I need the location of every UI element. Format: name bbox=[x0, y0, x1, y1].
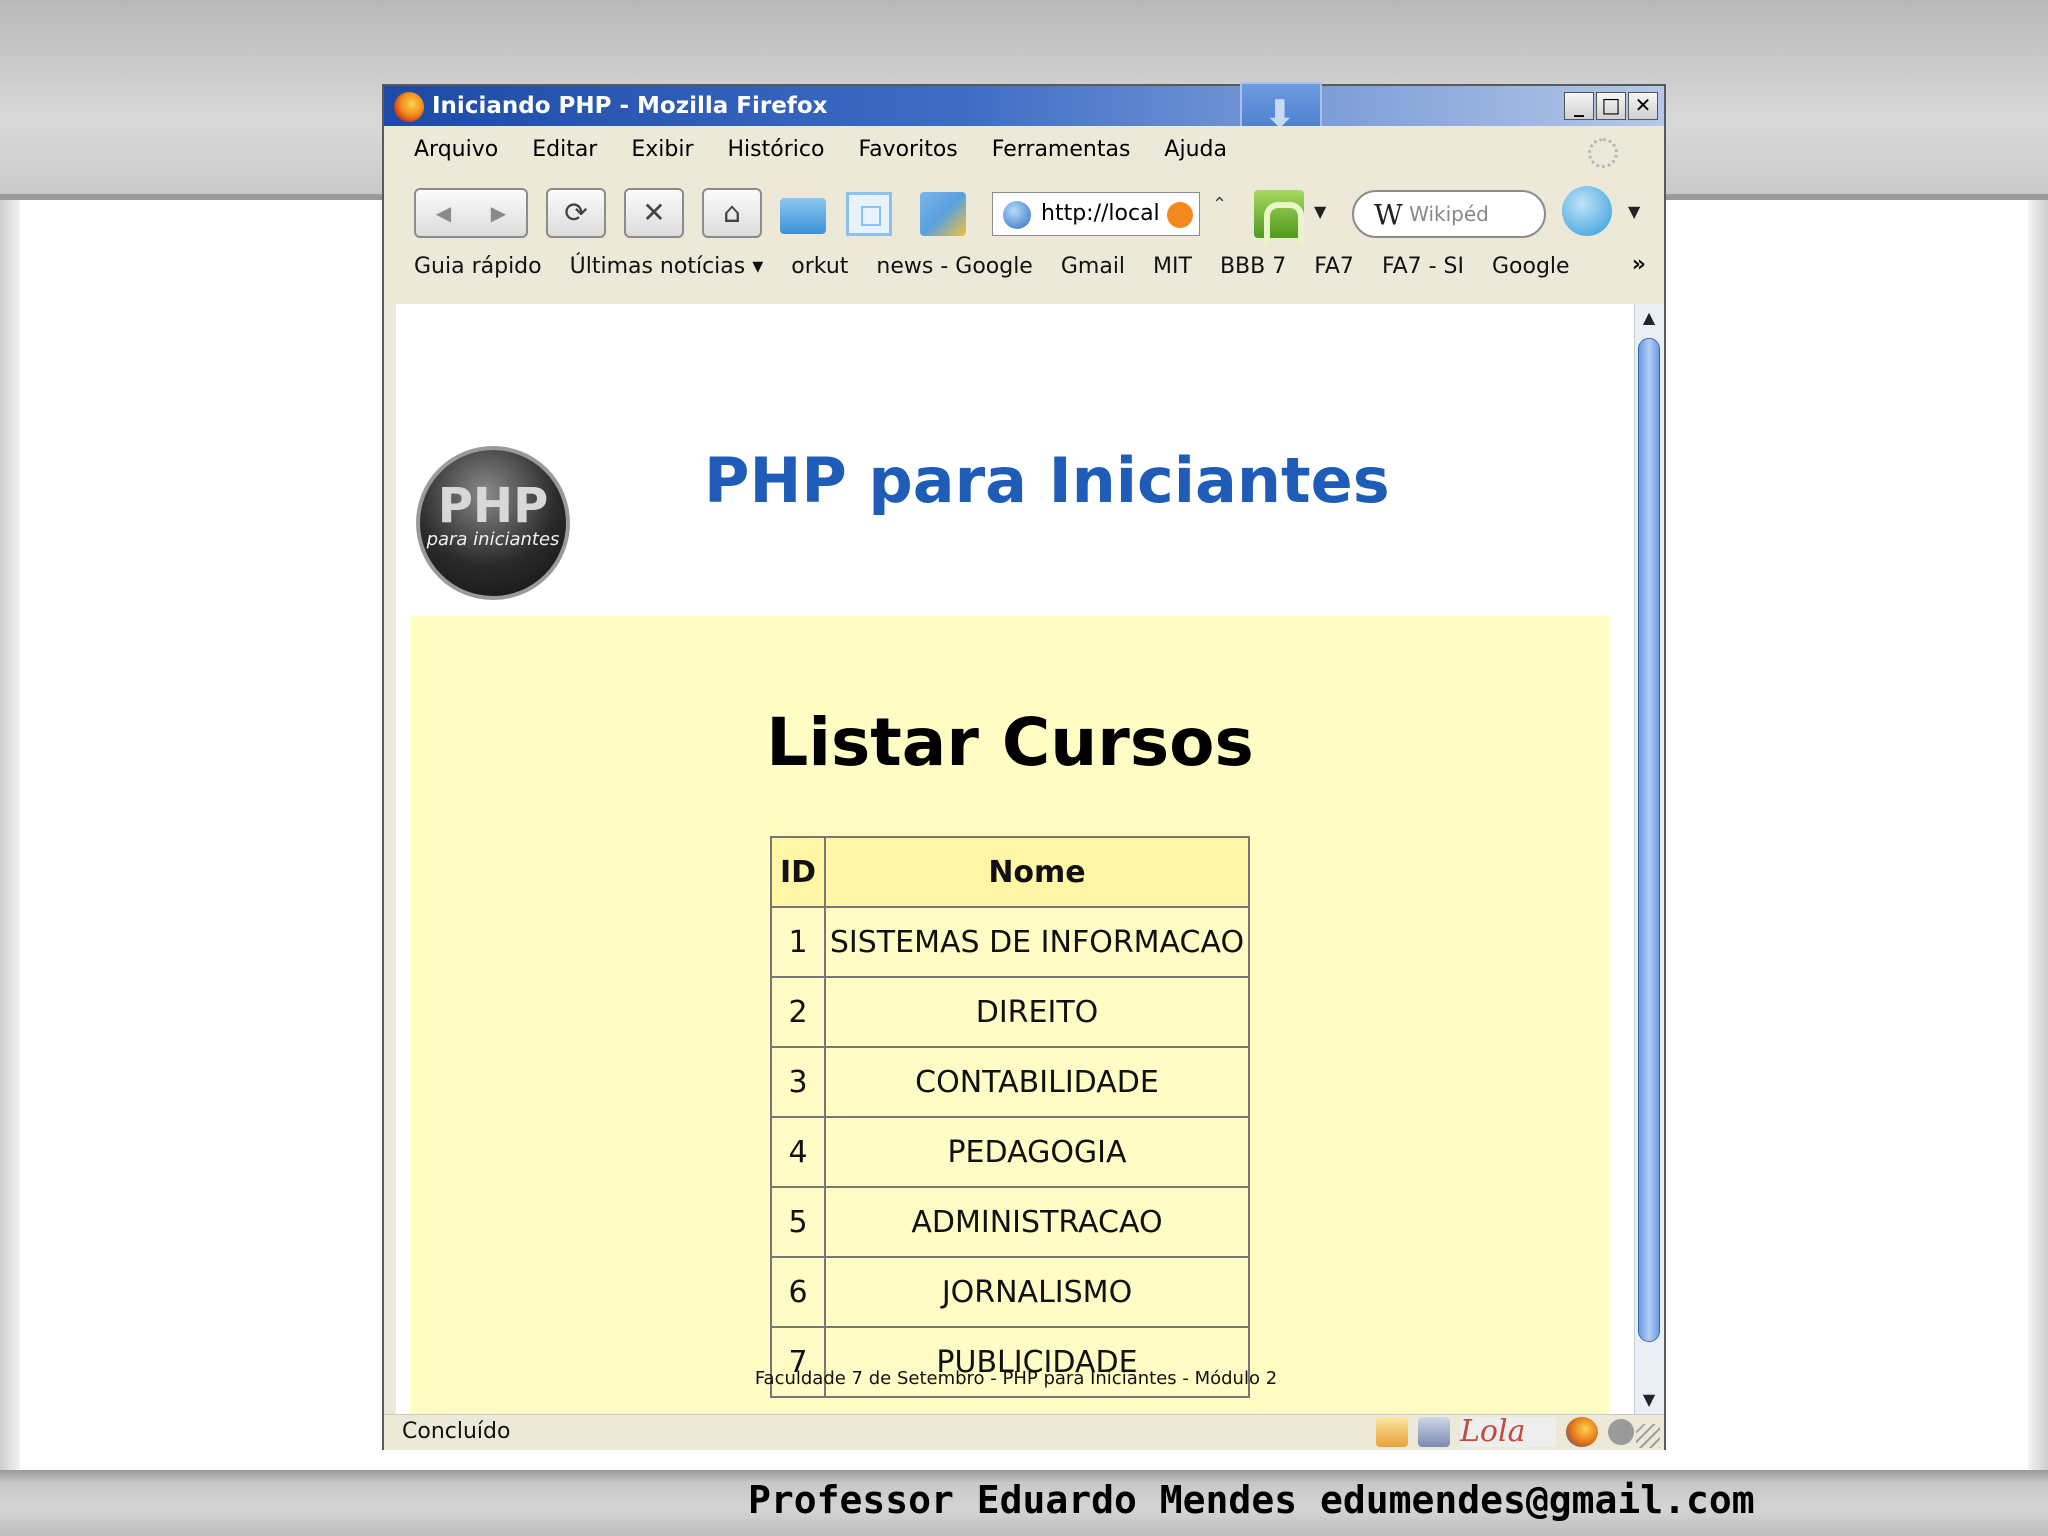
reload-button[interactable]: ⟳ bbox=[546, 188, 606, 238]
table-row: 4 PEDAGOGIA bbox=[770, 1116, 1250, 1188]
slide-footer-text: Professor Eduardo Mendes edumendes@gmail… bbox=[748, 1478, 1755, 1522]
cell-nome: SISTEMAS DE INFORMACAO bbox=[824, 906, 1250, 978]
page-title: Listar Cursos bbox=[766, 704, 1254, 781]
cell-nome: CONTABILIDADE bbox=[824, 1046, 1250, 1118]
firefox-icon[interactable] bbox=[1566, 1417, 1598, 1447]
table-row: 3 CONTABILIDADE bbox=[770, 1046, 1250, 1118]
search-placeholder: Wikipéd bbox=[1409, 202, 1489, 226]
lola-icon[interactable]: Lola bbox=[1460, 1417, 1556, 1447]
bookmark-fa7-si[interactable]: FA7 - SI bbox=[1382, 254, 1464, 279]
bookmark-ultimas-noticias[interactable]: Últimas notícias ▾ bbox=[570, 254, 764, 279]
bookmarks-toolbar: Guia rápido Últimas notícias ▾ orkut new… bbox=[384, 244, 1664, 288]
table-row: 2 DIREITO bbox=[770, 976, 1250, 1048]
menu-bar: Arquivo Editar Exibir Histórico Favorito… bbox=[384, 126, 1664, 172]
logo-subtext: para iniciantes bbox=[426, 529, 560, 550]
image-tool-icon[interactable] bbox=[920, 192, 966, 236]
slide-right-border bbox=[2028, 200, 2048, 1476]
scroll-up-arrow-icon[interactable]: ▲ bbox=[1635, 304, 1663, 332]
minimize-button[interactable]: _ bbox=[1564, 92, 1594, 120]
throbber-icon bbox=[1588, 138, 1618, 168]
status-text: Concluído bbox=[402, 1419, 511, 1444]
menu-favoritos[interactable]: Favoritos bbox=[858, 137, 957, 162]
bookmark-guia-rapido[interactable]: Guia rápido bbox=[414, 254, 542, 279]
scroll-down-arrow-icon[interactable]: ▼ bbox=[1635, 1386, 1663, 1414]
cell-nome: PEDAGOGIA bbox=[824, 1116, 1250, 1188]
status-bar: Concluído Lola bbox=[384, 1414, 1664, 1450]
url-text: http://local bbox=[1041, 201, 1160, 226]
site-title: PHP para Iniciantes bbox=[704, 444, 1390, 517]
bookmarks-overflow-button[interactable]: » bbox=[1632, 252, 1646, 277]
menu-historico[interactable]: Histórico bbox=[728, 137, 825, 162]
maximize-button[interactable]: □ bbox=[1596, 92, 1626, 120]
close-button[interactable]: ✕ bbox=[1628, 92, 1658, 120]
page-content: PHP para iniciantes PHP para Iniciantes … bbox=[396, 304, 1636, 1442]
folder-icon[interactable] bbox=[780, 198, 826, 234]
bookmark-orkut[interactable]: orkut bbox=[791, 254, 848, 279]
search-input[interactable]: W Wikipéd bbox=[1352, 190, 1546, 238]
cell-id: 6 bbox=[770, 1256, 826, 1328]
bookmark-news-google[interactable]: news - Google bbox=[876, 254, 1032, 279]
bookmark-gmail[interactable]: Gmail bbox=[1061, 254, 1125, 279]
cell-id: 5 bbox=[770, 1186, 826, 1258]
table-header-row: ID Nome bbox=[770, 836, 1250, 908]
bookmark-fa7[interactable]: FA7 bbox=[1314, 254, 1354, 279]
edit-icon[interactable] bbox=[1376, 1417, 1408, 1447]
window-controls: _ □ ✕ bbox=[1564, 92, 1658, 120]
menu-arquivo[interactable]: Arquivo bbox=[414, 137, 498, 162]
skype-icon[interactable] bbox=[1562, 186, 1612, 236]
page-footer: Faculdade 7 de Setembro - PHP para Inici… bbox=[754, 1368, 1278, 1389]
globe-icon bbox=[1003, 201, 1031, 229]
frame-icon[interactable] bbox=[846, 192, 892, 236]
chevron-down-icon[interactable]: ▼ bbox=[1628, 202, 1640, 221]
menu-editar[interactable]: Editar bbox=[532, 137, 597, 162]
vertical-scrollbar[interactable]: ▲ ▼ bbox=[1634, 304, 1664, 1414]
offline-icon[interactable] bbox=[1608, 1419, 1634, 1445]
column-header-id: ID bbox=[770, 836, 826, 908]
bookmark-google[interactable]: Google bbox=[1492, 254, 1570, 279]
green-extension-icon[interactable] bbox=[1254, 190, 1304, 244]
page-body: Listar Cursos ID Nome 1 SISTEMAS DE INFO… bbox=[410, 616, 1610, 1442]
table-row: 1 SISTEMAS DE INFORMACAO bbox=[770, 906, 1250, 978]
table-row: 5 ADMINISTRACAO bbox=[770, 1186, 1250, 1258]
forward-arrow-icon[interactable]: ▶ bbox=[491, 201, 506, 225]
chevron-down-icon[interactable]: ▼ bbox=[1314, 202, 1326, 221]
table-row: 6 JORNALISMO bbox=[770, 1256, 1250, 1328]
wikipedia-icon: W bbox=[1374, 198, 1403, 232]
url-bar[interactable]: http://local bbox=[992, 192, 1200, 236]
cell-id: 2 bbox=[770, 976, 826, 1048]
back-forward-buttons[interactable]: ◀ ▶ bbox=[414, 188, 528, 238]
scrollbar-thumb[interactable] bbox=[1638, 338, 1660, 1342]
courses-table: ID Nome 1 SISTEMAS DE INFORMACAO 2 DIREI… bbox=[770, 836, 1250, 1398]
resize-grip-icon[interactable] bbox=[1636, 1424, 1660, 1448]
menu-exibir[interactable]: Exibir bbox=[631, 137, 693, 162]
menu-ferramentas[interactable]: Ferramentas bbox=[992, 137, 1131, 162]
cell-nome: ADMINISTRACAO bbox=[824, 1186, 1250, 1258]
column-header-nome: Nome bbox=[824, 836, 1250, 908]
menu-ajuda[interactable]: Ajuda bbox=[1164, 137, 1227, 162]
caret-up-icon[interactable]: ⌃ bbox=[1212, 194, 1227, 215]
bookmark-mit[interactable]: MIT bbox=[1153, 254, 1192, 279]
cell-id: 4 bbox=[770, 1116, 826, 1188]
status-icons: Lola bbox=[1376, 1417, 1634, 1447]
back-arrow-icon[interactable]: ◀ bbox=[436, 201, 451, 225]
window-title: Iniciando PHP - Mozilla Firefox bbox=[432, 93, 828, 119]
save-icon[interactable] bbox=[1418, 1417, 1450, 1447]
cell-id: 1 bbox=[770, 906, 826, 978]
browser-window: Iniciando PHP - Mozilla Firefox _ □ ✕ Ar… bbox=[382, 82, 1666, 1450]
firefox-icon bbox=[394, 92, 424, 122]
title-bar[interactable]: Iniciando PHP - Mozilla Firefox _ □ ✕ bbox=[384, 82, 1664, 156]
cell-id: 3 bbox=[770, 1046, 826, 1118]
logo-text: PHP bbox=[437, 478, 549, 534]
stop-button[interactable]: ✕ bbox=[624, 188, 684, 238]
navigation-toolbar: ◀ ▶ ⟳ ✕ ⌂ http://local ⌃ ▼ W Wikipéd ▼ bbox=[384, 172, 1664, 244]
bookmark-bbb7[interactable]: BBB 7 bbox=[1220, 254, 1286, 279]
cell-nome: JORNALISMO bbox=[824, 1256, 1250, 1328]
slide-left-border bbox=[0, 200, 20, 1476]
home-button[interactable]: ⌂ bbox=[702, 188, 762, 238]
page-header: PHP para iniciantes PHP para Iniciantes bbox=[410, 432, 1610, 616]
go-icon[interactable] bbox=[1167, 202, 1193, 228]
php-logo: PHP para iniciantes bbox=[416, 446, 570, 600]
cell-nome: DIREITO bbox=[824, 976, 1250, 1048]
